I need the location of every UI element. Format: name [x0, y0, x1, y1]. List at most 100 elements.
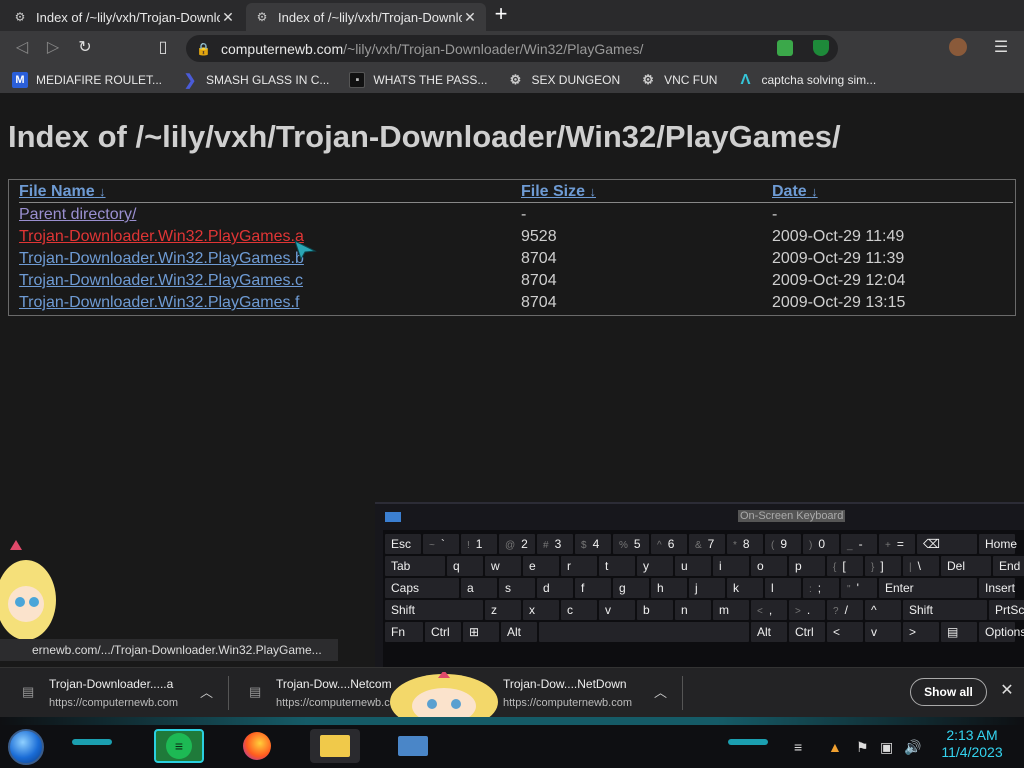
osk-key[interactable]: + =	[879, 534, 915, 554]
close-tab-icon[interactable]: ✕	[220, 9, 236, 26]
osk-key[interactable]: _ -	[841, 534, 877, 554]
file-link-c[interactable]: Trojan-Downloader.Win32.PlayGames.c	[19, 272, 303, 290]
osk-key[interactable]: n	[675, 600, 711, 620]
menu-icon[interactable]: ☰	[990, 37, 1012, 59]
osk-key[interactable]: >.	[789, 600, 825, 620]
osk-key[interactable]: y	[637, 556, 673, 576]
osk-key[interactable]: Shift	[385, 600, 483, 620]
osk-key[interactable]: {[	[827, 556, 863, 576]
osk-key[interactable]: v	[865, 622, 901, 642]
osk-key[interactable]: t	[599, 556, 635, 576]
file-link-a[interactable]: Trojan-Downloader.Win32.PlayGames.a	[19, 228, 304, 246]
show-all-button[interactable]: Show all	[910, 678, 987, 706]
bookmark-smash-glass[interactable]: ❯ SMASH GLASS IN C...	[182, 72, 330, 89]
osk-key[interactable]: <	[827, 622, 863, 642]
shield-extension-icon[interactable]	[813, 40, 829, 56]
osk-key[interactable]: (9	[765, 534, 801, 554]
osk-key[interactable]: z	[485, 600, 521, 620]
osk-key[interactable]: q	[447, 556, 483, 576]
osk-key[interactable]: Insert	[979, 578, 1015, 598]
osk-key[interactable]: ^	[865, 600, 901, 620]
osk-key[interactable]: u	[675, 556, 711, 576]
osk-key[interactable]: l	[765, 578, 801, 598]
close-tab-icon[interactable]: ✕	[462, 9, 478, 26]
osk-key[interactable]: f	[575, 578, 611, 598]
osk-key[interactable]: Ctrl	[789, 622, 825, 642]
parent-directory-link[interactable]: Parent directory/	[19, 206, 136, 224]
osk-key[interactable]: " '	[841, 578, 877, 598]
flag-icon[interactable]: ⚑	[856, 739, 869, 756]
column-header-file-size[interactable]: File Size ↓	[521, 183, 596, 201]
osk-key[interactable]: * 8	[727, 534, 763, 554]
osk-key[interactable]: k	[727, 578, 763, 598]
file-link-f[interactable]: Trojan-Downloader.Win32.PlayGames.f	[19, 294, 299, 312]
osk-key[interactable]: Caps	[385, 578, 459, 598]
column-header-date[interactable]: Date ↓	[772, 183, 818, 201]
bookmark-captcha[interactable]: Λ captcha solving sim...	[737, 71, 876, 88]
start-button[interactable]	[8, 729, 44, 765]
avatar[interactable]	[949, 38, 967, 56]
osk-key[interactable]: :;	[803, 578, 839, 598]
download-item[interactable]: ▤ Trojan-Downloader.....a https://comput…	[0, 668, 229, 718]
osk-key[interactable]: c	[561, 600, 597, 620]
bookmark-vnc-fun[interactable]: ⚙ VNC FUN	[640, 72, 717, 88]
osk-key[interactable]: ⊞	[463, 622, 499, 642]
osk-key[interactable]: h	[651, 578, 687, 598]
osk-key[interactable]: v	[599, 600, 635, 620]
osk-key[interactable]: ? /	[827, 600, 863, 620]
osk-key[interactable]: p	[789, 556, 825, 576]
chevron-up-icon[interactable]: ︿	[654, 682, 667, 701]
osk-key[interactable]: i	[713, 556, 749, 576]
osk-key[interactable]: ) 0	[803, 534, 839, 554]
osk-key[interactable]: Ctrl	[425, 622, 461, 642]
taskbar-osk[interactable]	[388, 729, 438, 763]
osk-key[interactable]: Del	[941, 556, 991, 576]
osk-key[interactable]: g	[613, 578, 649, 598]
osk-key[interactable]: | \	[903, 556, 939, 576]
osk-key[interactable]: Alt	[751, 622, 787, 642]
taskbar-spotify[interactable]: ≡	[154, 729, 204, 763]
chevron-up-icon[interactable]: ︿	[200, 682, 213, 701]
osk-key[interactable]: e	[523, 556, 559, 576]
osk-key[interactable]: Esc	[385, 534, 421, 554]
tab-2[interactable]: ⚙ Index of /~lily/vxh/Trojan-Downlo ✕	[246, 3, 486, 31]
osk-key[interactable]: % 5	[613, 534, 649, 554]
osk-key[interactable]: Alt	[501, 622, 537, 642]
osk-key[interactable]: #3	[537, 534, 573, 554]
system-clock[interactable]: 2:13 AM 11/4/2023	[930, 727, 1014, 761]
column-header-file-name[interactable]: File Name ↓	[19, 183, 106, 201]
osk-key[interactable]: End	[993, 556, 1024, 576]
reload-icon[interactable]: ↻	[74, 37, 96, 59]
osk-key[interactable]: Enter	[879, 578, 977, 598]
osk-key[interactable]: ~ `	[423, 534, 459, 554]
osk-key[interactable]: r	[561, 556, 597, 576]
osk-key[interactable]: s	[499, 578, 535, 598]
bookmark-sex-dungeon[interactable]: ⚙ SEX DUNGEON	[507, 72, 621, 88]
osk-key[interactable]: & 7	[689, 534, 725, 554]
taskbar-firefox[interactable]	[232, 729, 282, 763]
osk-key[interactable]: x	[523, 600, 559, 620]
osk-key[interactable]: ^ 6	[651, 534, 687, 554]
osk-key[interactable]: >	[903, 622, 939, 642]
osk-key[interactable]: @2	[499, 534, 535, 554]
osk-key[interactable]: b	[637, 600, 673, 620]
network-icon[interactable]: ▣	[880, 739, 893, 756]
osk-key[interactable]: }]	[865, 556, 901, 576]
osk-key[interactable]: $4	[575, 534, 611, 554]
osk-key[interactable]	[539, 622, 749, 642]
osk-key[interactable]: Tab	[385, 556, 445, 576]
osk-key[interactable]: <,	[751, 600, 787, 620]
file-link-b[interactable]: Trojan-Downloader.Win32.PlayGames.b	[19, 250, 304, 268]
bookmark-mediafire[interactable]: M MEDIAFIRE ROULET...	[12, 71, 162, 88]
osk-key[interactable]: Shift	[903, 600, 987, 620]
back-icon[interactable]: ◁	[11, 37, 33, 59]
taskbar-explorer[interactable]	[310, 729, 360, 763]
osk-key[interactable]: d	[537, 578, 573, 598]
close-shelf-icon[interactable]: ✕	[998, 680, 1016, 700]
osk-key[interactable]: Home	[979, 534, 1017, 554]
osk-key[interactable]: Options	[979, 622, 1024, 642]
osk-key[interactable]: Fn	[385, 622, 423, 642]
osk-key[interactable]: PrtScn	[989, 600, 1024, 620]
osk-key[interactable]: o	[751, 556, 787, 576]
osk-key[interactable]: a	[461, 578, 497, 598]
